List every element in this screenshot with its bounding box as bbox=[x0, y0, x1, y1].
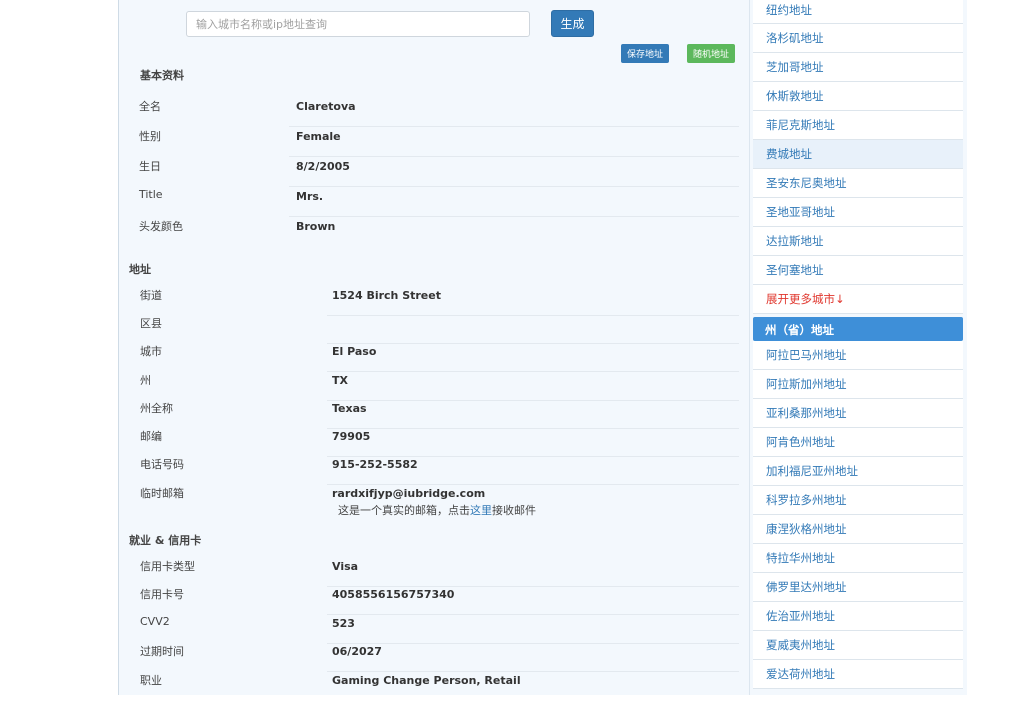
row-label: 临时邮箱 bbox=[140, 487, 184, 500]
state-link-delaware[interactable]: 特拉华州地址 bbox=[753, 544, 963, 573]
city-link-houston[interactable]: 休斯敦地址 bbox=[753, 82, 963, 111]
state-link-colorado[interactable]: 科罗拉多州地址 bbox=[753, 486, 963, 515]
row-label: 州 bbox=[140, 374, 151, 387]
state-link-florida[interactable]: 佛罗里达州地址 bbox=[753, 573, 963, 602]
row-label: Title bbox=[139, 188, 163, 201]
info-row-state: 州 TX bbox=[119, 372, 749, 401]
row-label: 州全称 bbox=[140, 402, 173, 415]
info-row-expiry: 过期时间 06/2027 bbox=[119, 643, 749, 672]
row-label: 头发颜色 bbox=[139, 220, 183, 233]
info-row-zip: 邮编 79905 bbox=[119, 428, 749, 457]
state-link-hawaii[interactable]: 夏威夷州地址 bbox=[753, 631, 963, 660]
city-link-san-diego[interactable]: 圣地亚哥地址 bbox=[753, 198, 963, 227]
row-label: 生日 bbox=[139, 160, 161, 173]
city-link-philadelphia[interactable]: 费城地址 bbox=[753, 140, 963, 169]
row-label: CVV2 bbox=[140, 615, 170, 628]
row-divider bbox=[289, 126, 739, 127]
row-label: 城市 bbox=[140, 345, 162, 358]
main-panel: 生成 保存地址 随机地址 基本资料 全名 Claretova 性别 Female… bbox=[119, 0, 749, 695]
row-value: Texas bbox=[332, 402, 367, 415]
info-row-birthday: 生日 8/2/2005 bbox=[119, 158, 749, 187]
info-row-fullname: 全名 Claretova bbox=[119, 98, 749, 127]
expand-more-cities-link[interactable]: 展开更多城市↓ bbox=[753, 285, 963, 314]
row-label: 信用卡类型 bbox=[140, 560, 195, 573]
state-link-idaho[interactable]: 爱达荷州地址 bbox=[753, 660, 963, 689]
row-label: 街道 bbox=[140, 289, 162, 302]
info-row-gender: 性别 Female bbox=[119, 128, 749, 157]
row-label: 电话号码 bbox=[140, 458, 184, 471]
random-address-button[interactable]: 随机地址 bbox=[687, 44, 735, 63]
city-list: 纽约地址 洛杉矶地址 芝加哥地址 休斯敦地址 菲尼克斯地址 费城地址 圣安东尼奥… bbox=[753, 0, 963, 314]
state-link-alabama[interactable]: 阿拉巴马州地址 bbox=[753, 341, 963, 370]
city-link-dallas[interactable]: 达拉斯地址 bbox=[753, 227, 963, 256]
right-sidebar: 纽约地址 洛杉矶地址 芝加哥地址 休斯敦地址 菲尼克斯地址 费城地址 圣安东尼奥… bbox=[749, 0, 967, 695]
row-label: 过期时间 bbox=[140, 645, 184, 658]
info-row-occupation: 职业 Gaming Change Person, Retail bbox=[119, 672, 749, 701]
city-link-chicago[interactable]: 芝加哥地址 bbox=[753, 53, 963, 82]
row-label: 区县 bbox=[140, 317, 162, 330]
city-link-san-antonio[interactable]: 圣安东尼奥地址 bbox=[753, 169, 963, 198]
row-label: 职业 bbox=[140, 674, 162, 687]
state-link-california[interactable]: 加利福尼亚州地址 bbox=[753, 457, 963, 486]
job-card-title: 就业 & 信用卡 bbox=[129, 534, 202, 547]
info-row-hair-color: 头发颜色 Brown bbox=[119, 218, 749, 247]
row-value: El Paso bbox=[332, 345, 377, 358]
row-value: 4058556156757340 bbox=[332, 588, 455, 601]
row-value: Claretova bbox=[296, 100, 356, 113]
info-row-card-type: 信用卡类型 Visa bbox=[119, 558, 749, 587]
row-divider bbox=[289, 186, 739, 187]
search-input[interactable] bbox=[186, 11, 530, 37]
basic-info-title: 基本资料 bbox=[140, 69, 184, 82]
info-row-district: 区县 bbox=[119, 315, 749, 344]
row-value: Brown bbox=[296, 220, 336, 233]
info-row-state-full: 州全称 Texas bbox=[119, 400, 749, 429]
state-link-arkansas[interactable]: 阿肯色州地址 bbox=[753, 428, 963, 457]
states-header: 州（省）地址 bbox=[753, 317, 963, 341]
row-value: 06/2027 bbox=[332, 645, 382, 658]
city-link-phoenix[interactable]: 菲尼克斯地址 bbox=[753, 111, 963, 140]
email-note: 这是一个真实的邮箱，点击这里接收邮件 bbox=[338, 502, 536, 518]
state-list: 阿拉巴马州地址 阿拉斯加州地址 亚利桑那州地址 阿肯色州地址 加利福尼亚州地址 … bbox=[753, 341, 963, 689]
info-row-card-number: 信用卡号 4058556156757340 bbox=[119, 586, 749, 615]
receive-mail-link[interactable]: 这里 bbox=[470, 504, 492, 517]
address-title: 地址 bbox=[129, 263, 151, 276]
city-link-los-angeles[interactable]: 洛杉矶地址 bbox=[753, 24, 963, 53]
row-value: 79905 bbox=[332, 430, 371, 443]
row-divider bbox=[289, 156, 739, 157]
city-link-san-jose[interactable]: 圣何塞地址 bbox=[753, 256, 963, 285]
state-link-connecticut[interactable]: 康涅狄格州地址 bbox=[753, 515, 963, 544]
row-value: rardxifjyp@iubridge.com bbox=[332, 487, 486, 500]
page-container: 生成 保存地址 随机地址 基本资料 全名 Claretova 性别 Female… bbox=[118, 0, 967, 695]
row-value: 8/2/2005 bbox=[296, 160, 350, 173]
row-label: 信用卡号 bbox=[140, 588, 184, 601]
row-value: 915-252-5582 bbox=[332, 458, 418, 471]
email-note-suffix: 接收邮件 bbox=[492, 504, 536, 517]
info-row-street: 街道 1524 Birch Street bbox=[119, 287, 749, 316]
state-link-arizona[interactable]: 亚利桑那州地址 bbox=[753, 399, 963, 428]
info-row-city: 城市 El Paso bbox=[119, 343, 749, 372]
row-value: TX bbox=[332, 374, 348, 387]
email-note-prefix: 这是一个真实的邮箱，点击 bbox=[338, 504, 470, 517]
info-row-phone: 电话号码 915-252-5582 bbox=[119, 456, 749, 485]
state-link-alaska[interactable]: 阿拉斯加州地址 bbox=[753, 370, 963, 399]
city-link-new-york[interactable]: 纽约地址 bbox=[753, 0, 963, 24]
generate-button[interactable]: 生成 bbox=[551, 10, 594, 37]
info-row-title: Title Mrs. bbox=[119, 188, 749, 217]
row-value: 523 bbox=[332, 617, 355, 630]
row-value: Visa bbox=[332, 560, 359, 573]
row-value: Mrs. bbox=[296, 190, 324, 203]
row-divider bbox=[289, 216, 739, 217]
info-row-cvv2: CVV2 523 bbox=[119, 615, 749, 644]
row-value: Female bbox=[296, 130, 341, 143]
row-value: Gaming Change Person, Retail bbox=[332, 674, 521, 687]
save-address-button[interactable]: 保存地址 bbox=[621, 44, 669, 63]
row-label: 性别 bbox=[139, 130, 161, 143]
state-link-georgia[interactable]: 佐治亚州地址 bbox=[753, 602, 963, 631]
row-value: 1524 Birch Street bbox=[332, 289, 441, 302]
row-label: 全名 bbox=[139, 100, 161, 113]
row-label: 邮编 bbox=[140, 430, 162, 443]
